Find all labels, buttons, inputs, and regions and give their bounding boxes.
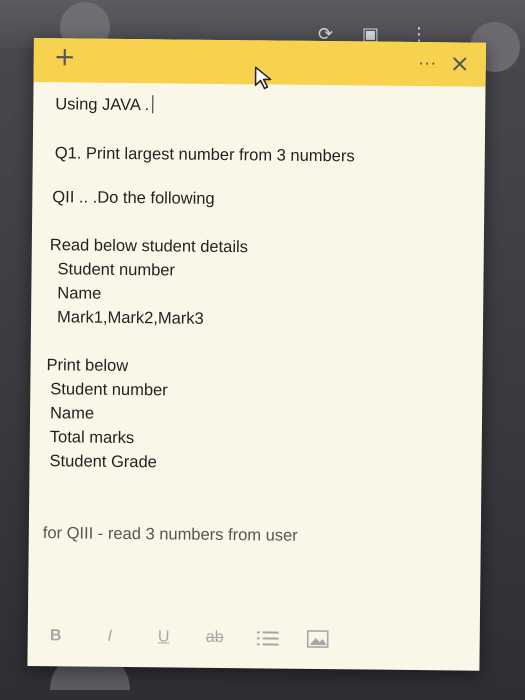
note-line-text: Using JAVA . bbox=[55, 95, 150, 115]
note-line: Read below student details bbox=[49, 236, 249, 257]
note-line: Using JAVA . bbox=[55, 94, 154, 115]
text-caret bbox=[152, 95, 154, 114]
note-line: Name bbox=[49, 404, 95, 423]
plus-icon[interactable]: + bbox=[50, 42, 80, 72]
note-line: Student number bbox=[50, 380, 168, 400]
note-line: Mark1,Mark2,Mark3 bbox=[56, 308, 204, 328]
note-line: Q1. Print largest number from 3 numbers bbox=[54, 144, 355, 166]
bold-button[interactable]: B bbox=[44, 624, 68, 648]
formatting-toolbar: B I U ab bbox=[27, 612, 479, 667]
note-line: Student number bbox=[57, 260, 176, 280]
image-icon[interactable] bbox=[304, 627, 332, 651]
underline-button[interactable]: U bbox=[152, 625, 176, 649]
strikethrough-button[interactable]: ab bbox=[200, 626, 230, 650]
italic-button[interactable]: I bbox=[98, 625, 122, 649]
note-line: Student Grade bbox=[49, 452, 157, 472]
note-line: for QIII - read 3 numbers from user bbox=[42, 524, 298, 545]
note-line: QII .. .Do the following bbox=[52, 188, 215, 208]
sticky-note-window: + ··· × Using JAVA . Q1. Print largest n… bbox=[27, 38, 486, 671]
list-icon[interactable] bbox=[254, 626, 282, 650]
note-text-area[interactable]: Using JAVA . Q1. Print largest number fr… bbox=[28, 82, 485, 607]
close-icon[interactable]: × bbox=[448, 49, 472, 77]
more-icon[interactable]: ··· bbox=[416, 54, 440, 74]
note-line: Print below bbox=[46, 356, 129, 376]
note-line: Name bbox=[57, 284, 102, 303]
note-line: Total marks bbox=[49, 428, 135, 448]
